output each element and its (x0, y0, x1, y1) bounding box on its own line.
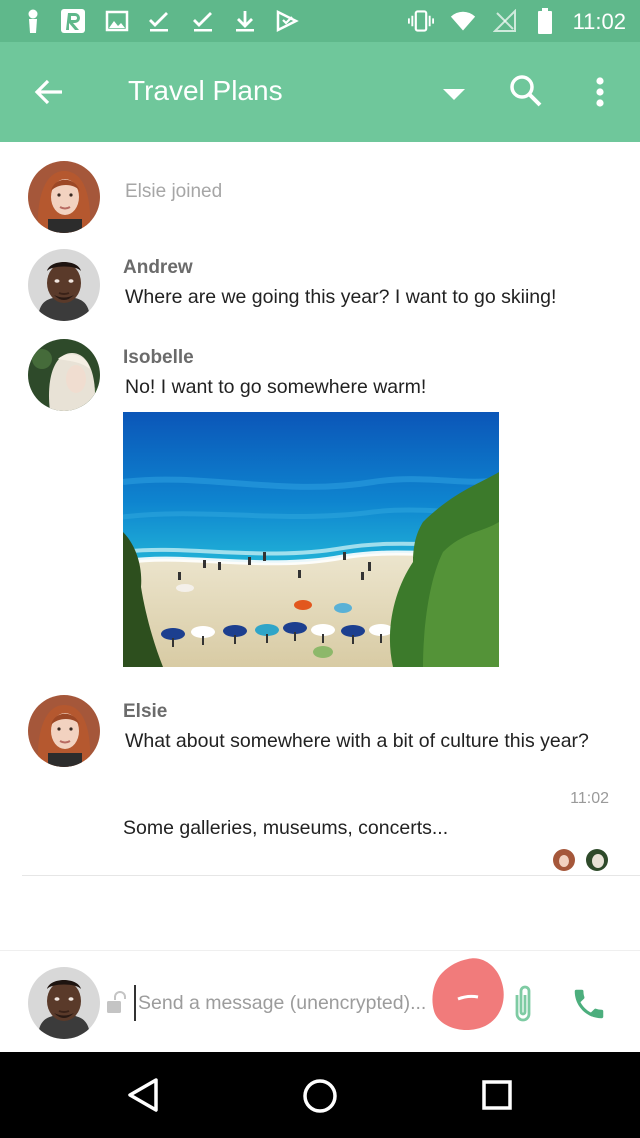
message-text: Where are we going this year? I want to … (125, 286, 557, 308)
dropdown-arrow-icon (443, 89, 465, 100)
attach-button[interactable] (508, 981, 538, 1025)
message-timestamp: 11:02 (570, 790, 609, 807)
nav-recents-button[interactable] (481, 1079, 513, 1111)
app-bar: Travel Plans (0, 42, 640, 142)
nav-home-button[interactable] (302, 1078, 338, 1114)
image-icon (104, 8, 130, 34)
no-signal-icon (492, 8, 518, 34)
divider (22, 875, 640, 876)
sender-name: Elsie (123, 701, 168, 722)
arrow-back-icon (34, 79, 62, 105)
send-icon (274, 8, 300, 34)
avatar-elsie[interactable] (28, 161, 100, 233)
my-avatar[interactable] (28, 967, 100, 1039)
phone-icon (574, 989, 604, 1019)
nav-back-button[interactable] (126, 1076, 160, 1114)
avatar-andrew[interactable] (28, 249, 100, 321)
search-button[interactable] (505, 70, 547, 112)
more-vert-icon (596, 77, 604, 107)
status-bar: 11:02 (0, 0, 640, 42)
unlocked-icon (107, 991, 127, 1015)
wifi-icon (450, 8, 476, 34)
check-icon (190, 8, 216, 34)
status-time: 11:02 (572, 9, 626, 34)
system-message: Elsie joined (125, 181, 223, 202)
avatar-isobelle[interactable] (28, 339, 100, 411)
r-app-icon (60, 8, 86, 34)
more-options-button[interactable] (584, 70, 616, 114)
check-icon (146, 8, 172, 34)
beach-photo[interactable] (123, 412, 499, 667)
message-composer (0, 950, 640, 1052)
message-text: What about somewhere with a bit of cultu… (125, 730, 589, 752)
vibrate-icon (408, 8, 434, 34)
circle-home-icon (303, 1079, 337, 1113)
voice-call-button[interactable] (570, 985, 608, 1023)
room-menu-dropdown[interactable] (436, 76, 472, 112)
person-notification-icon (20, 8, 46, 34)
system-navigation-bar (0, 1052, 640, 1138)
paperclip-icon (515, 985, 531, 1022)
square-recents-icon (482, 1080, 512, 1110)
message-input[interactable] (134, 985, 444, 1021)
red-annotation-mark (428, 953, 508, 1033)
avatar-elsie[interactable] (28, 695, 100, 767)
back-button[interactable] (28, 70, 72, 114)
search-icon (510, 75, 542, 107)
sender-name: Andrew (123, 257, 193, 278)
room-title: Travel Plans (128, 75, 283, 106)
read-receipt-avatar[interactable] (586, 849, 608, 871)
download-icon (232, 8, 258, 34)
sender-name: Isobelle (123, 347, 194, 368)
battery-icon (532, 8, 558, 34)
message-text: No! I want to go somewhere warm! (125, 376, 427, 398)
message-text: Some galleries, museums, concerts... (123, 817, 449, 839)
read-receipt-avatar[interactable] (553, 849, 575, 871)
triangle-back-icon (128, 1078, 158, 1112)
